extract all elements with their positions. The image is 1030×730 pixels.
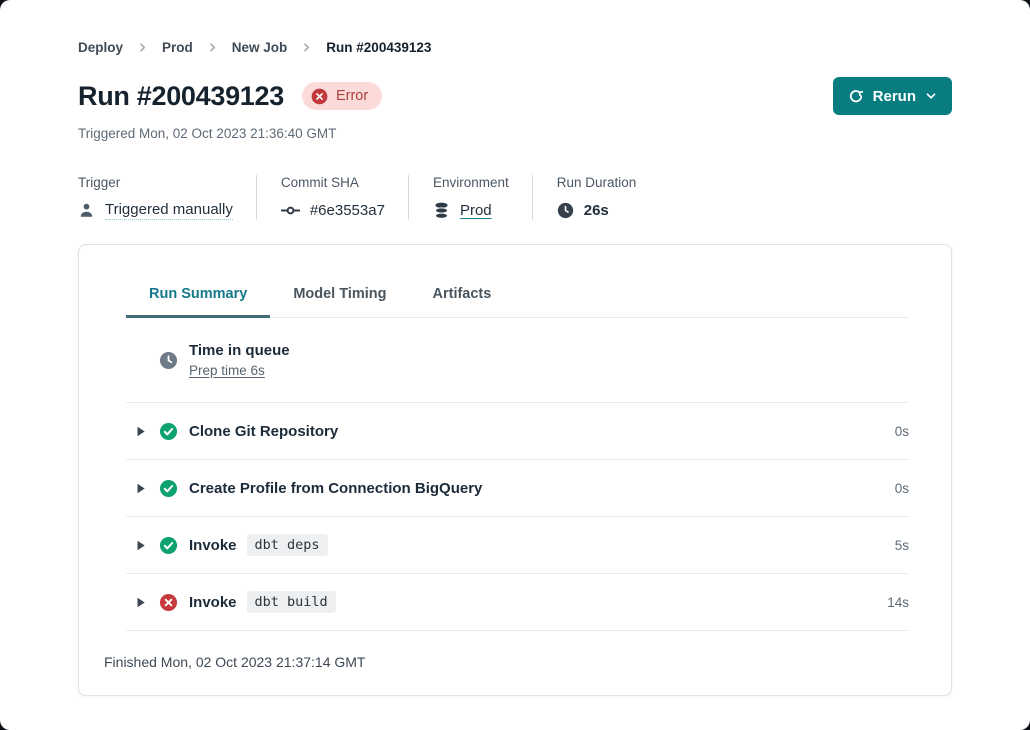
- environment-link[interactable]: Prod: [460, 202, 492, 219]
- queue-clock-icon: [159, 351, 178, 370]
- tab-artifacts[interactable]: Artifacts: [410, 285, 515, 318]
- step-row-dbt-deps: Invoke dbt deps 5s: [126, 517, 909, 574]
- status-badge-label: Error: [336, 87, 368, 105]
- expand-caret-icon[interactable]: [136, 425, 147, 438]
- chevron-right-icon: [301, 42, 312, 53]
- expand-caret-icon[interactable]: [136, 539, 147, 552]
- trigger-value: Triggered manually: [105, 201, 233, 220]
- person-icon: [78, 202, 95, 219]
- chevron-down-icon: [925, 90, 937, 102]
- tab-run-summary[interactable]: Run Summary: [126, 285, 270, 318]
- error-status-badge: Error: [302, 82, 382, 110]
- breadcrumb-prod[interactable]: Prod: [162, 40, 193, 55]
- step-command-chip: dbt build: [247, 591, 336, 613]
- run-metadata-row: Trigger Triggered manually Commit SHA #6…: [78, 175, 952, 220]
- meta-environment: Environment Prod: [433, 175, 533, 220]
- step-label: Invoke: [189, 537, 237, 554]
- refresh-icon: [848, 88, 864, 104]
- step-command-chip: dbt deps: [247, 534, 328, 556]
- error-circle-icon: [311, 88, 328, 105]
- check-circle-icon: [159, 479, 178, 498]
- step-row-dbt-build: Invoke dbt build 14s: [126, 574, 909, 631]
- meta-commit-sha: Commit SHA #6e3553a7: [281, 175, 409, 220]
- queue-title: Time in queue: [189, 342, 290, 359]
- step-label: Clone Git Repository: [189, 423, 338, 440]
- expand-caret-icon[interactable]: [136, 482, 147, 495]
- tab-bar: Run Summary Model Timing Artifacts: [126, 285, 909, 318]
- chevron-right-icon: [207, 42, 218, 53]
- breadcrumb-current-run: Run #200439123: [326, 40, 431, 55]
- tab-model-timing[interactable]: Model Timing: [270, 285, 409, 318]
- expand-caret-icon[interactable]: [136, 596, 147, 609]
- check-circle-icon: [159, 422, 178, 441]
- finished-timestamp: Finished Mon, 02 Oct 2023 21:37:14 GMT: [79, 631, 951, 695]
- chevron-right-icon: [137, 42, 148, 53]
- meta-run-duration: Run Duration 26s: [557, 175, 660, 220]
- step-duration: 14s: [887, 595, 909, 610]
- run-duration-value: 26s: [584, 202, 609, 219]
- rerun-button-label: Rerun: [873, 88, 916, 105]
- title-row: Run #200439123 Error Rerun: [78, 77, 952, 115]
- page-header: Deploy Prod New Job Run #200439123 Run #…: [0, 0, 1030, 220]
- clock-icon: [557, 202, 574, 219]
- database-icon: [433, 202, 450, 219]
- commit-icon: [281, 204, 300, 217]
- page-title: Run #200439123: [78, 81, 284, 112]
- queue-row: Time in queue Prep time 6s: [126, 318, 909, 403]
- run-detail-page: Deploy Prod New Job Run #200439123 Run #…: [0, 0, 1030, 730]
- breadcrumb: Deploy Prod New Job Run #200439123: [78, 40, 952, 55]
- triggered-timestamp: Triggered Mon, 02 Oct 2023 21:36:40 GMT: [78, 126, 952, 141]
- rerun-button[interactable]: Rerun: [833, 77, 952, 115]
- breadcrumb-deploy[interactable]: Deploy: [78, 40, 123, 55]
- commit-sha-value: #6e3553a7: [310, 202, 385, 219]
- meta-trigger: Trigger Triggered manually: [78, 175, 257, 220]
- meta-commit-label: Commit SHA: [281, 175, 385, 190]
- step-label: Create Profile from Connection BigQuery: [189, 480, 482, 497]
- meta-duration-label: Run Duration: [557, 175, 637, 190]
- x-circle-icon: [159, 593, 178, 612]
- step-duration: 5s: [895, 538, 909, 553]
- step-duration: 0s: [895, 481, 909, 496]
- run-summary-card: Run Summary Model Timing Artifacts Time …: [78, 244, 952, 696]
- meta-trigger-label: Trigger: [78, 175, 233, 190]
- meta-environment-label: Environment: [433, 175, 509, 190]
- step-list: Time in queue Prep time 6s Clone Git Rep…: [126, 318, 909, 631]
- check-circle-icon: [159, 536, 178, 555]
- step-duration: 0s: [895, 424, 909, 439]
- prep-time-link[interactable]: Prep time 6s: [189, 363, 290, 378]
- step-row-create-profile: Create Profile from Connection BigQuery …: [126, 460, 909, 517]
- breadcrumb-new-job[interactable]: New Job: [232, 40, 288, 55]
- step-label: Invoke: [189, 594, 237, 611]
- step-row-clone-git: Clone Git Repository 0s: [126, 403, 909, 460]
